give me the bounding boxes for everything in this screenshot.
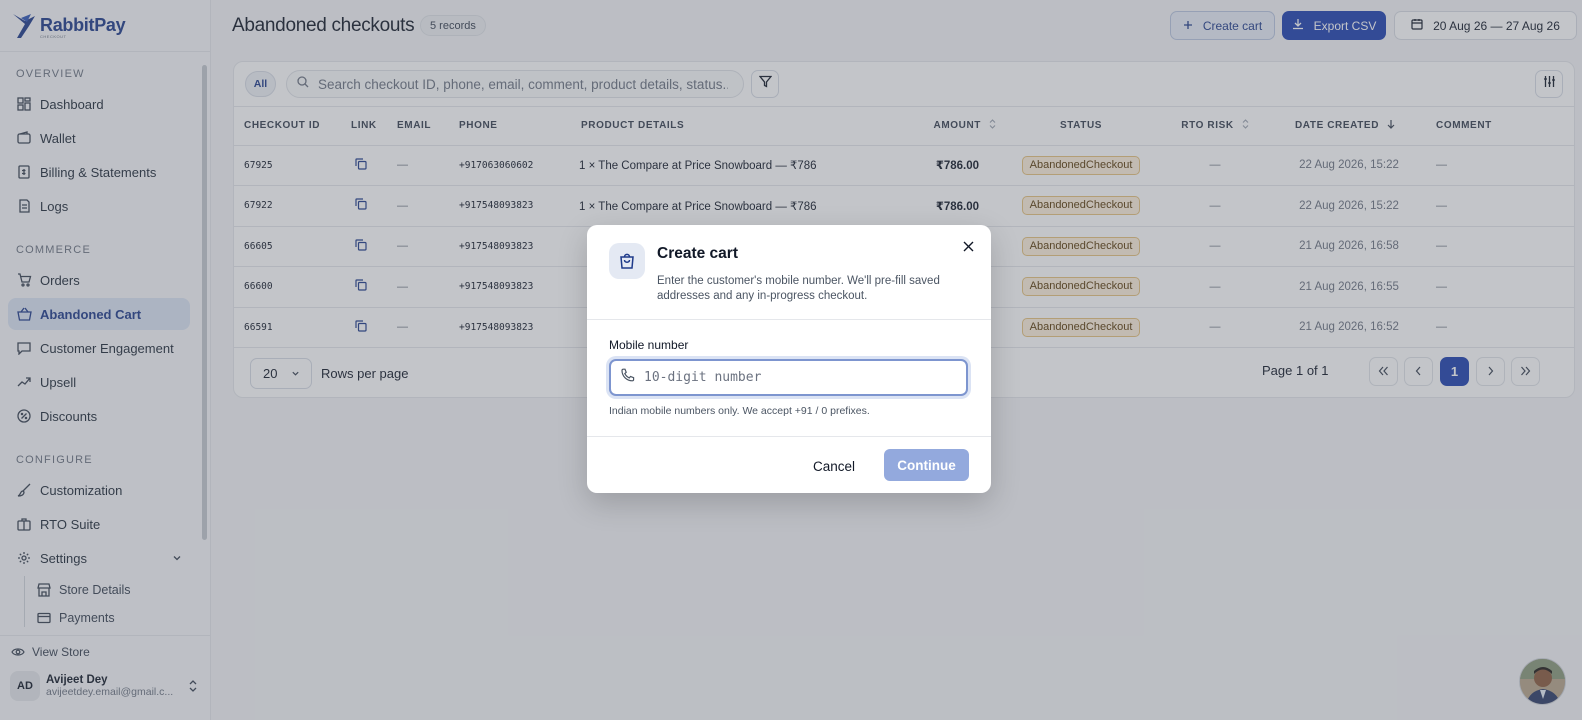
mobile-number-help: Indian mobile numbers only. We accept +9… xyxy=(609,405,870,417)
dialog-header: Create cart Enter the customer's mobile … xyxy=(587,225,991,320)
create-cart-dialog: Create cart Enter the customer's mobile … xyxy=(587,225,991,493)
mobile-number-input[interactable] xyxy=(644,370,944,385)
dialog-footer: Cancel Continue xyxy=(587,437,991,493)
dialog-title: Create cart xyxy=(657,245,738,262)
close-icon xyxy=(963,239,974,257)
phone-icon xyxy=(620,368,635,388)
cancel-button[interactable]: Cancel xyxy=(813,451,855,481)
mobile-number-label: Mobile number xyxy=(609,338,689,352)
mobile-number-field xyxy=(609,359,968,396)
dialog-description: Enter the customer's mobile number. We'l… xyxy=(657,275,940,302)
shopping-bag-icon xyxy=(609,243,645,279)
continue-button[interactable]: Continue xyxy=(884,449,969,481)
close-button[interactable] xyxy=(959,239,977,257)
dialog-body: Mobile number Indian mobile numbers only… xyxy=(587,320,991,437)
